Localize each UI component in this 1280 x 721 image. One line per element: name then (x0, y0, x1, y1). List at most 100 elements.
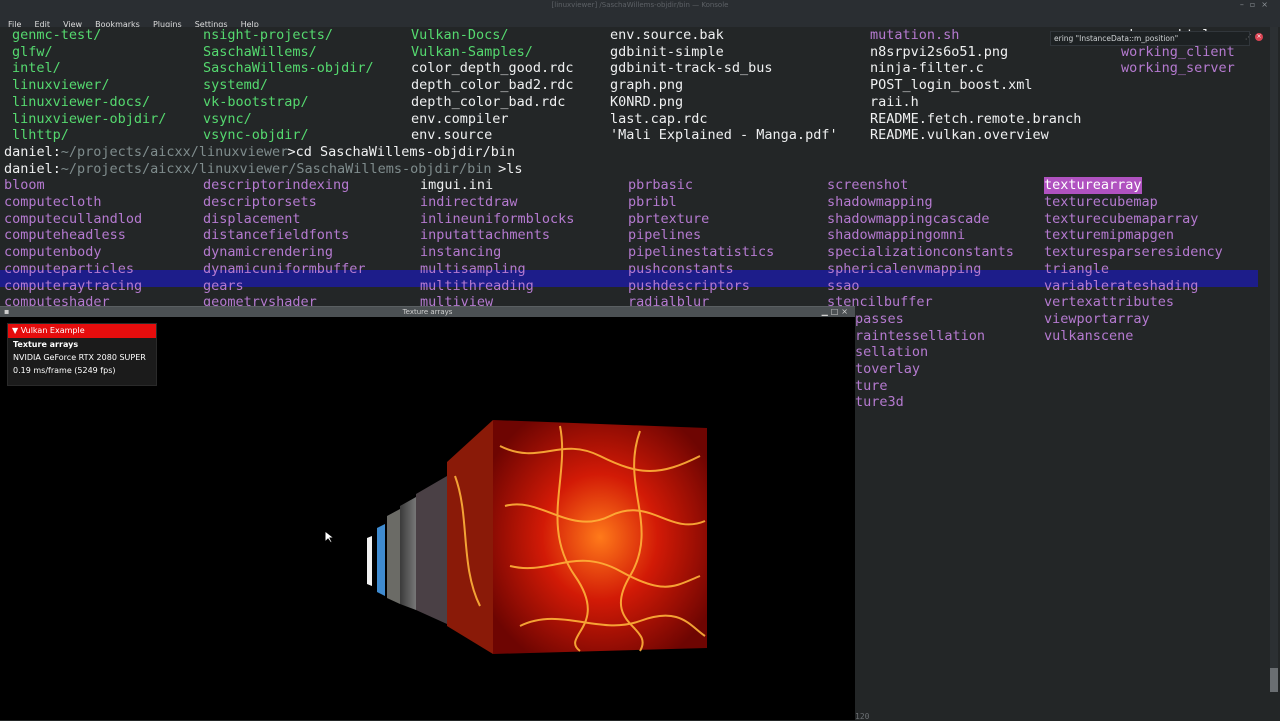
bin-entry[interactable]: instancing (420, 244, 501, 261)
file-entry[interactable]: gdbinit-simple (610, 44, 724, 61)
bin-entry[interactable]: sphericalenvmapping (827, 261, 981, 278)
file-entry[interactable]: K0NRD.png (610, 94, 683, 111)
bin-entry[interactable]: pbrbasic (628, 177, 693, 194)
file-entry[interactable]: glfw/ (12, 44, 53, 61)
bin-entry[interactable]: ture (855, 378, 888, 395)
bin-entry[interactable]: pipelines (628, 227, 701, 244)
bin-entry[interactable]: pipelinestatistics (628, 244, 774, 261)
overlay-header[interactable]: ▼ Vulkan Example (8, 324, 156, 338)
bin-entry[interactable]: passes (855, 311, 904, 328)
bin-entry[interactable]: pbribl (628, 194, 677, 211)
file-entry[interactable]: vsync/ (203, 111, 252, 128)
bin-entry[interactable]: indirectdraw (420, 194, 518, 211)
bin-entry[interactable]: pushconstants (628, 261, 734, 278)
bin-entry[interactable]: texturesparseresidency (1044, 244, 1223, 261)
file-entry[interactable]: graph.png (610, 77, 683, 94)
bin-entry[interactable]: descriptorindexing (203, 177, 349, 194)
file-entry[interactable]: working_server (1121, 60, 1235, 77)
file-entry[interactable]: linuxviewer-objdir/ (12, 111, 166, 128)
prompt-user[interactable]: daniel: (4, 161, 61, 178)
close-icon[interactable]: × (1261, 0, 1274, 9)
file-entry[interactable]: 'Mali Explained - Manga.pdf' (610, 127, 838, 144)
bin-entry[interactable]: vertexattributes (1044, 294, 1174, 311)
bin-entry[interactable]: ssao (827, 278, 860, 295)
file-entry[interactable]: vk-bootstrap/ (203, 94, 309, 111)
scrollbar-thumb[interactable] (1270, 668, 1278, 692)
collapse-triangle-icon[interactable]: ▼ (12, 326, 18, 335)
bin-entry[interactable]: vulkanscene (1044, 328, 1133, 345)
maximize-icon[interactable]: ▫ (1250, 0, 1261, 9)
file-entry[interactable]: SaschaWillems/ (203, 44, 317, 61)
bin-entry[interactable]: viewportarray (1044, 311, 1150, 328)
bin-entry[interactable]: triangle (1044, 261, 1109, 278)
prompt-user[interactable]: daniel: (4, 144, 61, 161)
maximize-icon[interactable]: □ (831, 307, 842, 316)
vulkan-window-controls[interactable]: ▁□× (822, 307, 851, 317)
bin-entry[interactable]: shadowmappingomni (827, 227, 965, 244)
bin-entry[interactable]: variablerateshading (1044, 278, 1198, 295)
file-entry[interactable]: env.source (411, 127, 492, 144)
file-entry[interactable]: mutation.sh (870, 27, 959, 44)
file-entry[interactable]: depth_color_bad.rdc (411, 94, 565, 111)
file-entry[interactable]: SaschaWillems-objdir/ (203, 60, 374, 77)
bin-entry[interactable]: computecullandlod (4, 211, 142, 228)
file-entry[interactable]: last.cap.rdc (610, 111, 708, 128)
bin-entry[interactable]: computecloth (4, 194, 102, 211)
close-icon[interactable]: × (1255, 33, 1263, 41)
bin-entry[interactable]: toverlay (855, 361, 920, 378)
close-icon[interactable]: × (841, 307, 851, 316)
bin-entry[interactable]: shadowmapping (827, 194, 933, 211)
file-entry[interactable]: systemd/ (203, 77, 268, 94)
bin-entry[interactable]: imgui.ini (420, 177, 493, 194)
bin-entry[interactable]: computenbody (4, 244, 102, 261)
vulkan-window-titlebar[interactable]: ▪ Texture arrays ▁□× (0, 306, 855, 317)
grip-icon[interactable]: ⋰ (1245, 33, 1252, 41)
file-entry[interactable]: n8srpvi2s6o51.png (870, 44, 1008, 61)
bin-entry[interactable]: computeparticles (4, 261, 134, 278)
file-entry[interactable]: README.vulkan.overview (870, 127, 1049, 144)
bin-entry[interactable]: texturemipmapgen (1044, 227, 1174, 244)
bin-entry[interactable]: specializationconstants (827, 244, 1014, 261)
bin-entry[interactable]: shadowmappingcascade (827, 211, 990, 228)
file-entry[interactable]: linuxviewer-docs/ (12, 94, 150, 111)
bin-entry[interactable]: bloom (4, 177, 45, 194)
file-entry[interactable]: genmc-test/ (12, 27, 101, 44)
bin-entry[interactable]: displacement (203, 211, 301, 228)
file-entry[interactable]: Vulkan-Docs/ (411, 27, 509, 44)
file-entry[interactable]: gdbinit-track-sd_bus (610, 60, 773, 77)
prompt-path[interactable]: ~/projects/aicxx/linuxviewer (61, 144, 289, 161)
minimize-icon[interactable]: ▁ (822, 307, 831, 316)
bin-entry[interactable]: multithreading (420, 278, 534, 295)
bin-entry[interactable]: raintessellation (855, 328, 985, 345)
bin-entry[interactable]: descriptorsets (203, 194, 317, 211)
bin-entry[interactable]: screenshot (827, 177, 908, 194)
file-entry[interactable]: llhttp/ (12, 127, 69, 144)
minimize-icon[interactable]: – (1240, 0, 1250, 9)
file-entry[interactable]: Vulkan-Samples/ (411, 44, 533, 61)
prompt-command[interactable]: >ls (498, 161, 522, 178)
file-entry[interactable]: color_depth_good.rdc (411, 60, 574, 77)
bin-entry[interactable]: inputattachments (420, 227, 550, 244)
bin-entry[interactable]: texturecubemap (1044, 194, 1158, 211)
file-entry[interactable]: POST_login_boost.xml (870, 77, 1033, 94)
bin-entry[interactable]: computeraytracing (4, 278, 142, 295)
file-entry[interactable]: nsight-projects/ (203, 27, 333, 44)
bin-entry[interactable]: multisampling (420, 261, 526, 278)
prompt-command[interactable]: >cd SaschaWillems-objdir/bin (288, 144, 516, 161)
bin-entry[interactable]: gears (203, 278, 244, 295)
bin-entry[interactable]: pbrtexture (628, 211, 709, 228)
file-entry[interactable]: env.source.bak (610, 27, 724, 44)
file-entry[interactable]: linuxviewer/ (12, 77, 110, 94)
file-entry[interactable]: working_client (1121, 44, 1235, 61)
file-entry[interactable]: README.fetch.remote.branch (870, 111, 1081, 128)
terminal-scrollbar[interactable] (1270, 27, 1278, 692)
file-entry[interactable]: depth_color_bad2.rdc (411, 77, 574, 94)
prompt-path[interactable]: ~/projects/aicxx/linuxviewer/SaschaWille… (61, 161, 492, 178)
bin-entry[interactable]: ture3d (855, 394, 904, 411)
file-entry[interactable]: vsync-objdir/ (203, 127, 309, 144)
imgui-overlay[interactable]: ▼ Vulkan Example Texture arrays NVIDIA G… (7, 323, 157, 386)
file-entry[interactable]: raii.h (870, 94, 919, 111)
bin-entry[interactable]: computeheadless (4, 227, 126, 244)
file-entry[interactable]: ninja-filter.c (870, 60, 984, 77)
bin-entry[interactable]: texturearray (1044, 177, 1142, 195)
